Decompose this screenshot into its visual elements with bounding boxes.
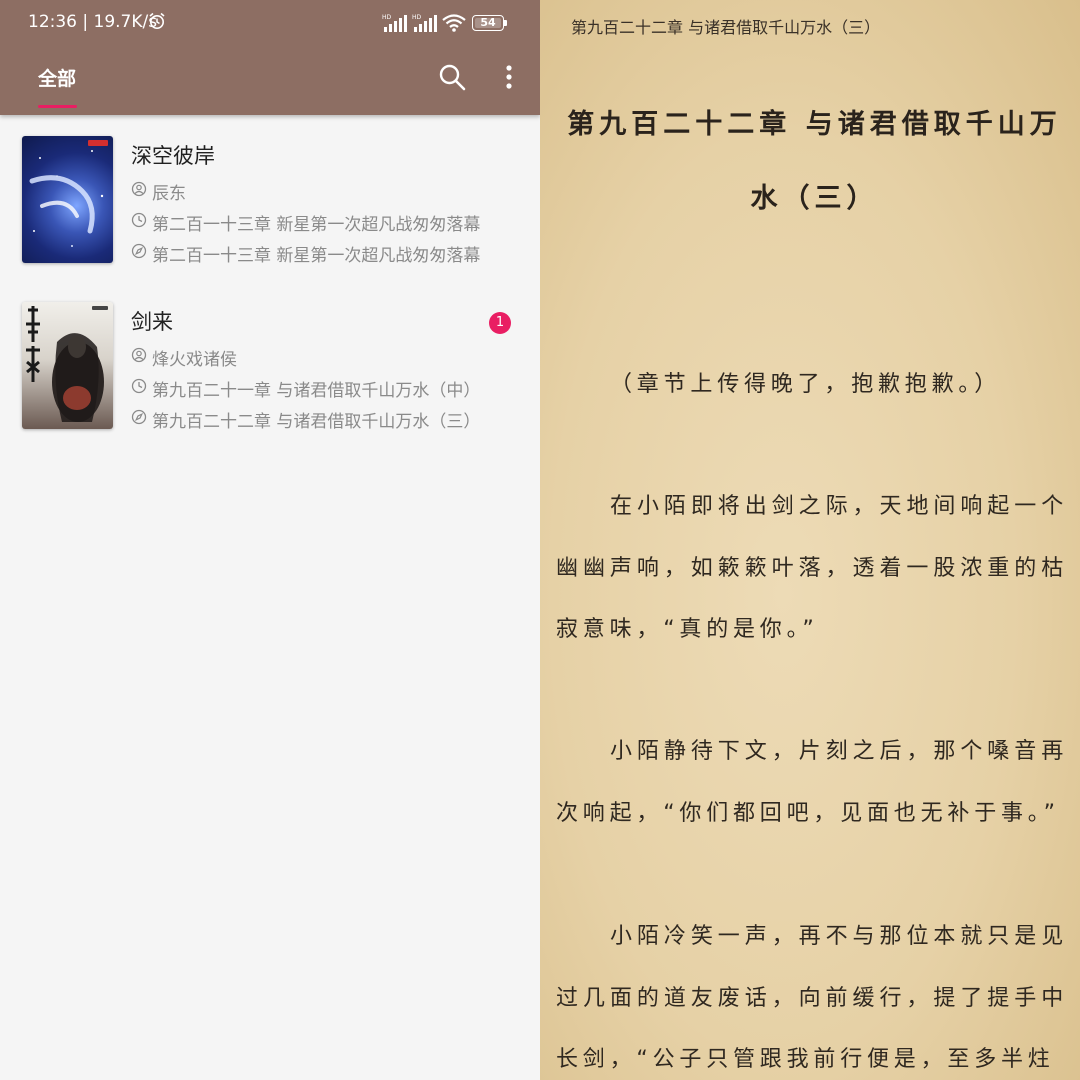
author-icon <box>131 347 147 363</box>
signal-sim1-icon: HD <box>382 14 407 32</box>
read-chapter-text: 第二百一十三章 新星第一次超凡战匆匆落幕 <box>152 246 481 266</box>
reader-paragraph: 在小陌即将出剑之际，天地间响起一个幽幽声响，如簌簌叶落，透着一股浓重的枯寂意味，… <box>556 494 1068 642</box>
author-name: 辰东 <box>152 184 186 204</box>
book-item[interactable]: 深空彼岸 辰东 第二百一十三章 新星第一次超凡战匆匆落幕 第二百一十三章 新星第… <box>0 136 540 286</box>
read-chapter-text: 第九百二十二章 与诸君借取千山万水（三） <box>152 412 481 432</box>
clock-icon <box>131 378 147 394</box>
unread-count-badge: 1 <box>489 312 511 334</box>
compass-icon <box>131 409 147 425</box>
book-cover[interactable] <box>22 302 113 429</box>
chapter-title: 第九百二十二章 与诸君借取千山万水（三） <box>567 109 1062 214</box>
more-vertical-icon[interactable] <box>499 62 519 92</box>
reader-pane[interactable]: 第九百二十二章 与诸君借取千山万水（三） 第九百二十二章 与诸君借取千山万水（三… <box>540 0 1080 1080</box>
compass-icon <box>131 243 147 259</box>
author-icon <box>131 181 147 197</box>
battery-level: 54 <box>480 16 496 29</box>
bookshelf-pane: 12:36 | 19.7K/s HD HD 54 全部 深空彼岸 辰东 第二百一… <box>0 0 540 1080</box>
tab-all[interactable]: 全部 <box>38 64 76 91</box>
alarm-icon <box>149 12 165 29</box>
author-name: 烽火戏诸侯 <box>152 350 237 370</box>
clock-icon <box>131 212 147 228</box>
reader-paragraph: 小陌静待下文，片刻之后，那个嗓音再次响起，“你们都回吧，见面也无补于事。” <box>556 739 1068 826</box>
cover-art <box>26 306 108 422</box>
sim2-label: HD <box>412 14 422 21</box>
signal-sim2-icon: HD <box>412 14 437 32</box>
reader-chapter-header: 第九百二十二章 与诸君借取千山万水（三） <box>571 18 881 37</box>
app-toolbar: 12:36 | 19.7K/s HD HD 54 全部 <box>0 0 540 115</box>
reader-paragraph: 小陌冷笑一声，再不与那位本就只是见过几面的道友废话，向前缓行，提了提手中长剑，“… <box>556 924 1068 1072</box>
book-title: 深空彼岸 <box>131 144 215 168</box>
latest-chapter-text: 第二百一十三章 新星第一次超凡战匆匆落幕 <box>152 215 481 235</box>
book-item[interactable]: 剑来 1 烽火戏诸侯 第九百二十一章 与诸君借取千山万水（中） 第九百二十二章 … <box>0 302 540 452</box>
book-cover[interactable] <box>22 136 113 263</box>
search-icon[interactable] <box>437 62 467 92</box>
book-title: 剑来 <box>131 310 173 334</box>
battery-icon: 54 <box>472 15 508 33</box>
status-bar: 12:36 | 19.7K/s HD HD 54 <box>0 0 540 46</box>
cover-art <box>29 140 108 247</box>
status-time: 12:36 | 19.7K/s <box>28 12 158 32</box>
tab-indicator <box>38 105 77 108</box>
sim1-label: HD <box>382 14 392 21</box>
reader-paragraph: （章节上传得晚了，抱歉抱歉。） <box>610 372 1002 397</box>
latest-chapter-text: 第九百二十一章 与诸君借取千山万水（中） <box>152 381 481 401</box>
wifi-icon <box>442 14 466 32</box>
